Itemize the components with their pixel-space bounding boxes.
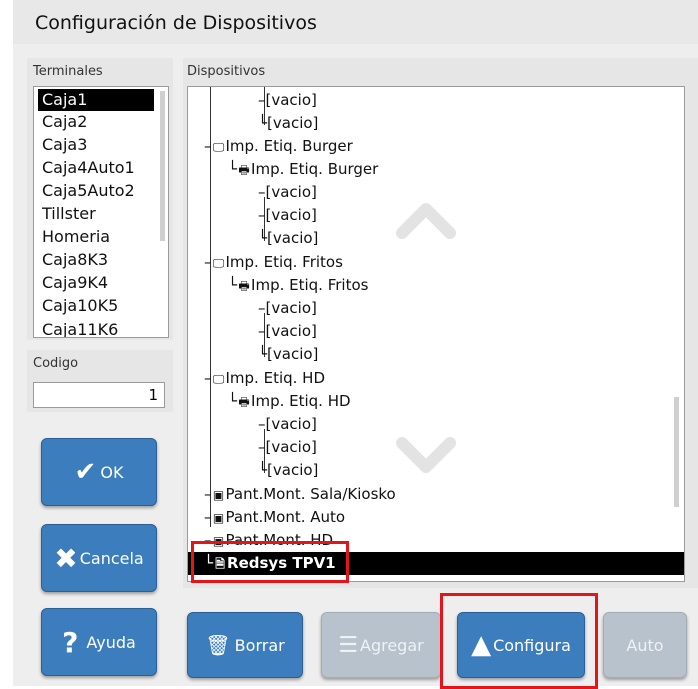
tree-node-empty[interactable]: └[vacio]	[258, 459, 318, 482]
list-item[interactable]: Homeria	[42, 226, 110, 248]
question-icon: ?	[62, 625, 79, 659]
tree-node-screen[interactable]: –▣Pant.Mont. Sala/Kiosko	[204, 483, 396, 506]
printer-icon: 🖶	[238, 395, 250, 409]
terminales-list[interactable]: Caja1 Caja2 Caja3 Caja4Auto1 Caja5Auto2 …	[33, 86, 169, 338]
list-item[interactable]: Caja11K6	[42, 319, 118, 337]
codigo-panel: Codigo 1	[27, 350, 173, 412]
codigo-label: Codigo	[33, 356, 79, 371]
title-bar: Configuración de Dispositivos	[13, 0, 698, 44]
list-item[interactable]: Caja9K4	[42, 272, 108, 294]
tree-node-empty[interactable]: –[vacio]	[258, 320, 317, 343]
tree-node-empty[interactable]: –[vacio]	[258, 436, 317, 459]
device-tree[interactable]: –[vacio] └[vacio] –🖵Imp. Etiq. Burger └🖶…	[187, 86, 685, 582]
codigo-field[interactable]: 1	[33, 382, 165, 408]
list-item[interactable]: Caja1	[38, 89, 154, 111]
tree-node-group[interactable]: –🖵Imp. Etiq. Fritos	[204, 251, 343, 274]
cancel-button[interactable]: ✖ Cancela	[41, 524, 157, 592]
monitor-icon: 🖵	[212, 372, 225, 386]
tree-scrollbar[interactable]	[674, 397, 679, 507]
list-item[interactable]: Caja8K3	[42, 249, 108, 271]
tree-node-printer[interactable]: └🖶Imp. Etiq. HD	[228, 390, 351, 413]
list-item[interactable]: Caja2	[42, 111, 87, 133]
list-item[interactable]: Caja4Auto1	[42, 157, 135, 179]
highlight-box-configure	[440, 593, 598, 689]
scroll-down-icon[interactable]	[396, 437, 456, 477]
tree-node-printer[interactable]: └🖶Imp. Etiq. Burger	[228, 158, 378, 181]
list-item[interactable]: Caja5Auto2	[42, 180, 135, 202]
tree-node-empty[interactable]: └[vacio]	[258, 227, 318, 250]
scroll-up-icon[interactable]	[396, 199, 456, 239]
printer-icon: 🖶	[238, 163, 250, 177]
device-config-window: Configuración de Dispositivos Terminales…	[13, 0, 698, 689]
tree-node-group[interactable]: –🖵Imp. Etiq. HD	[204, 367, 325, 390]
terminales-panel: Terminales Caja1 Caja2 Caja3 Caja4Auto1 …	[27, 58, 173, 340]
tree-node-empty[interactable]: └[vacio]	[258, 112, 318, 135]
x-icon: ✖	[54, 541, 78, 575]
check-icon: ✔	[74, 457, 97, 487]
add-button[interactable]: ☰ Agregar	[321, 612, 441, 678]
list-item[interactable]: Caja3	[42, 134, 87, 156]
terminales-label: Terminales	[33, 64, 103, 79]
terminales-scrollbar[interactable]	[160, 91, 165, 241]
trash-icon: 🗑	[205, 633, 231, 657]
tree-node-empty[interactable]: –[vacio]	[258, 413, 317, 436]
dispositivos-panel: Dispositivos –[vacio] └[vacio] –🖵Imp. Et…	[183, 58, 698, 588]
screen-icon: ▣	[212, 511, 225, 525]
highlight-box-selected-device	[191, 541, 349, 583]
printer-icon: 🖶	[238, 279, 250, 293]
tree-node-screen[interactable]: –▣Pant.Mont. Auto	[204, 506, 345, 529]
window-title: Configuración de Dispositivos	[35, 12, 317, 34]
help-button[interactable]: ? Ayuda	[41, 608, 157, 676]
tree-node-empty[interactable]: –[vacio]	[258, 181, 317, 204]
monitor-icon: 🖵	[212, 140, 225, 154]
auto-button[interactable]: Auto	[603, 612, 687, 678]
dispositivos-label: Dispositivos	[187, 64, 266, 79]
tree-node-group[interactable]: –🖵Imp. Etiq. Burger	[204, 135, 353, 158]
list-icon: ☰	[338, 632, 358, 658]
ok-button[interactable]: ✔ OK	[41, 438, 157, 506]
delete-button[interactable]: 🗑 Borrar	[187, 612, 303, 678]
tree-node-empty[interactable]: –[vacio]	[258, 204, 317, 227]
tree-node-empty[interactable]: –[vacio]	[258, 297, 317, 320]
screen-icon: ▣	[212, 488, 225, 502]
tree-node-printer[interactable]: └🖶Imp. Etiq. Fritos	[228, 274, 368, 297]
list-item[interactable]: Tillster	[42, 203, 96, 225]
tree-node-empty[interactable]: └[vacio]	[258, 343, 318, 366]
list-item[interactable]: Caja10K5	[42, 295, 118, 317]
monitor-icon: 🖵	[212, 256, 225, 270]
tree-node-empty[interactable]: –[vacio]	[258, 89, 317, 112]
